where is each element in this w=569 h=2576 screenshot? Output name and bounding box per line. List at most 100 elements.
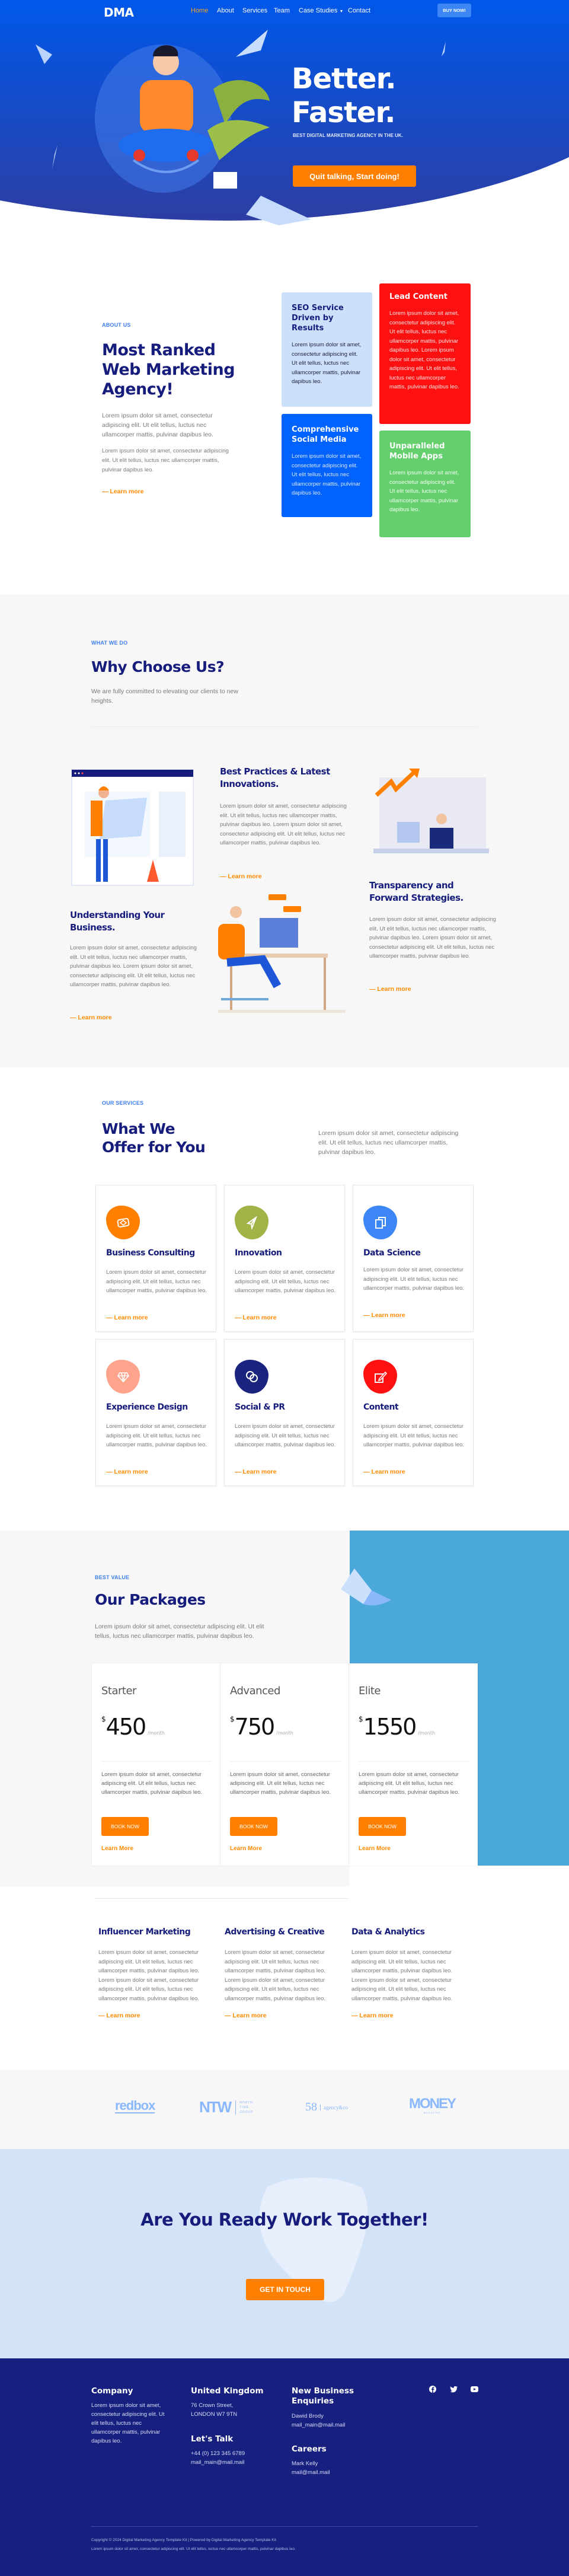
feature-text: Lorem ipsum dolor sit amet, consectetur …: [369, 916, 496, 959]
service-card-social-pr[interactable]: Social & PR Lorem ipsum dolor sit amet, …: [224, 1339, 345, 1486]
extra-learn-more[interactable]: Learn more: [351, 2012, 393, 2019]
package-name: Advanced: [230, 1685, 280, 1697]
packages-eyebrow: BEST VALUE: [95, 1574, 130, 1580]
edit-icon: [363, 1360, 397, 1394]
service-card-experience-design[interactable]: Experience Design Lorem ipsum dolor sit …: [95, 1339, 216, 1486]
facebook-icon[interactable]: [429, 2386, 436, 2393]
get-in-touch-button[interactable]: GET IN TOUCH: [246, 2279, 324, 2300]
logo-money: MONEY MAGAZINE: [409, 2097, 456, 2115]
feature-title: Understanding Your Business.: [70, 910, 165, 933]
footer-careers: Mark Kelly mail@mail.mail: [292, 2459, 330, 2477]
nav-case-studies[interactable]: Case Studies ▼: [299, 7, 343, 14]
nav-team[interactable]: Team: [274, 7, 290, 14]
email-link[interactable]: mail_main@mail.mail: [191, 2458, 245, 2467]
youtube-icon[interactable]: [471, 2386, 478, 2392]
paper-icon: [36, 44, 52, 64]
services-title: What We Offer for You: [102, 1120, 206, 1156]
nav-case-studies-label: Case Studies: [299, 7, 338, 14]
book-now-button[interactable]: BOOK NOW: [101, 1817, 149, 1836]
feature-title: Transparency and Forward Strategies.: [369, 880, 463, 903]
package-price: $450/month: [101, 1714, 165, 1740]
amount: 1550: [363, 1714, 417, 1740]
cta-title: Are You Ready Work Together!: [140, 2210, 429, 2230]
extra-text: Lorem ipsum dolor sit amet, consectetur …: [225, 1949, 326, 2002]
package-learn-more[interactable]: Learn More: [101, 1845, 133, 1852]
copy-icon: [363, 1206, 397, 1239]
amount: 450: [106, 1714, 147, 1740]
footer-uk-title: United Kingdom: [191, 2386, 264, 2396]
service-card-innovation[interactable]: Innovation Lorem ipsum dolor sit amet, c…: [224, 1185, 345, 1332]
hero-cta-button[interactable]: Quit talking, Start doing!: [293, 165, 416, 187]
extra-text: Lorem ipsum dolor sit amet, consectetur …: [351, 1949, 453, 2002]
why-intro: We are fully committed to elevating our …: [91, 688, 238, 704]
service-learn-more[interactable]: Learn more: [235, 1468, 276, 1475]
card-mobile-apps: Unparalleled Mobile Apps Lorem ipsum dol…: [379, 431, 471, 537]
buy-now-button[interactable]: BUY NOW!: [437, 4, 471, 17]
feature-learn-more[interactable]: Learn more: [369, 986, 411, 993]
phone-link[interactable]: +44 (0) 123 345 6789: [191, 2449, 245, 2458]
divider: [359, 1761, 469, 1762]
divider: [230, 1761, 340, 1762]
service-card-content[interactable]: Content Lorem ipsum dolor sit amet, cons…: [353, 1339, 474, 1486]
services-eyebrow: OUR SERVICES: [102, 1100, 144, 1106]
services-intro: Lorem ipsum dolor sit amet, consectetur …: [318, 1130, 459, 1156]
card-title: Comprehensive Social Media: [292, 425, 359, 444]
book-now-button[interactable]: BOOK NOW: [230, 1817, 277, 1836]
feature-learn-more[interactable]: Learn more: [220, 873, 261, 880]
about-learn-more[interactable]: Learn more: [102, 488, 143, 495]
packages-title: Our Packages: [95, 1591, 206, 1608]
logo-ntw-sub: NORTH TIME GROUP: [235, 2100, 253, 2115]
card-social-media: Comprehensive Social Media Lorem ipsum d…: [282, 414, 372, 517]
package-learn-more[interactable]: Learn More: [359, 1845, 391, 1852]
desk-worker-illustration: [218, 894, 346, 1013]
twitter-icon[interactable]: [450, 2386, 458, 2393]
extra-learn-more[interactable]: Learn more: [225, 2012, 266, 2019]
feature-text: Lorem ipsum dolor sit amet, consectetur …: [220, 803, 347, 846]
book-now-button[interactable]: BOOK NOW: [359, 1817, 406, 1836]
service-text: Lorem ipsum dolor sit amet, consectetur …: [235, 1423, 336, 1448]
card-title: Lead Content: [389, 292, 447, 301]
extra-title: Influencer Marketing: [98, 1927, 191, 1937]
footer-careers-title: Careers: [292, 2444, 327, 2454]
nav-home[interactable]: Home: [191, 7, 208, 14]
email-link[interactable]: mail_main@mail.mail: [292, 2421, 345, 2430]
service-text: Lorem ipsum dolor sit amet, consectetur …: [363, 1267, 465, 1292]
service-title: Innovation: [235, 1248, 282, 1258]
feature-learn-more[interactable]: Learn more: [70, 1014, 111, 1021]
service-learn-more[interactable]: Learn more: [106, 1314, 148, 1321]
nav-contact[interactable]: Contact: [348, 7, 370, 14]
service-learn-more[interactable]: Learn more: [363, 1468, 405, 1475]
card-text: Lorem ipsum dolor sit amet, consectetur …: [292, 453, 362, 496]
address-line-2: LONDON W7 9TN: [191, 2411, 238, 2418]
service-card-business-consulting[interactable]: Business Consulting Lorem ipsum dolor si…: [95, 1185, 216, 1332]
service-card-data-science[interactable]: Data Science Lorem ipsum dolor sit amet,…: [353, 1185, 474, 1332]
service-learn-more[interactable]: Learn more: [363, 1312, 405, 1319]
service-learn-more[interactable]: Learn more: [235, 1314, 276, 1321]
logo-ntw-sub-3: GROUP: [239, 2110, 254, 2114]
client-logos: redbox NTW NORTH TIME GROUP 58 agency&co M…: [0, 2070, 569, 2149]
about-title: Most Ranked Web Marketing Agency!: [102, 341, 235, 398]
footer-tagline: Lorem ipsum dolor sit amet, consectetur …: [91, 2547, 296, 2551]
card-text: Lorem ipsum dolor sit amet, consectetur …: [389, 310, 459, 390]
hero-section: DMA Home About Services Team Case Studie…: [0, 0, 569, 225]
nav-services[interactable]: Services: [242, 7, 267, 14]
why-eyebrow: WHAT WE DO: [91, 640, 128, 646]
footer-enquiries-title: New Business Enquiries: [292, 2386, 354, 2406]
footer-company-title: Company: [91, 2386, 133, 2396]
divider: [101, 1761, 212, 1762]
copyright: Copyright © 2024 Digital Marketing Agenc…: [91, 2538, 276, 2542]
package-learn-more[interactable]: Learn More: [230, 1845, 262, 1852]
logo[interactable]: DMA: [104, 5, 134, 20]
logo-ntw-sub-1: NORTH: [239, 2100, 253, 2105]
extra-text: Lorem ipsum dolor sit amet, consectetur …: [98, 1949, 200, 2002]
about-eyebrow: ABOUT US: [102, 322, 131, 328]
service-learn-more[interactable]: Learn more: [106, 1468, 148, 1475]
divider: [91, 726, 478, 727]
extra-learn-more[interactable]: Learn more: [98, 2012, 140, 2019]
why-section: WHAT WE DO Why Choose Us? We are fully c…: [0, 595, 569, 1067]
package-advanced: Advanced $750/month Lorem ipsum dolor si…: [220, 1663, 349, 1865]
email-link[interactable]: mail@mail.mail: [292, 2468, 330, 2477]
hero-illustration: [36, 30, 446, 225]
currency: $: [101, 1715, 106, 1723]
nav-about[interactable]: About: [217, 7, 234, 14]
